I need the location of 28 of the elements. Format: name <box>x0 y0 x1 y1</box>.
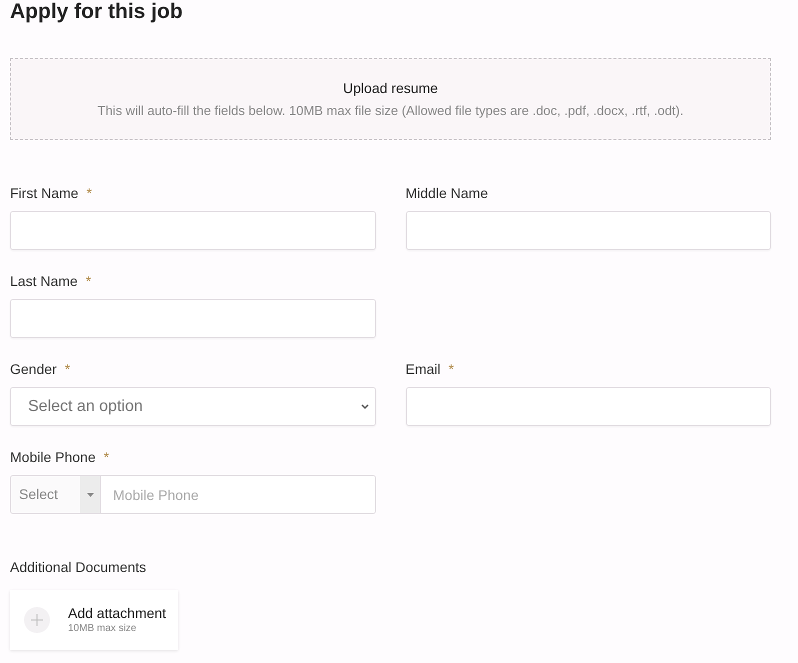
phone-input-field[interactable]: Mobile Phone <box>101 475 376 514</box>
attachment-label: Add attachment <box>68 604 166 622</box>
dropdown-arrow-icon <box>86 492 94 496</box>
field-label: Email <box>406 360 441 378</box>
field-label: Gender <box>10 360 57 378</box>
add-attachment-button[interactable]: Add attachment 10MB max size <box>10 590 178 650</box>
required-mark: * <box>86 272 92 290</box>
required-mark: * <box>64 360 70 378</box>
required-mark: * <box>104 448 110 466</box>
chevron-down-icon <box>360 404 368 410</box>
field-label: Middle Name <box>406 184 488 202</box>
field-label: Mobile Phone <box>10 448 96 466</box>
upload-hint: This will auto-fill the fields below. 10MB max file size (Allowed file types are .doc, .pdf, .docx, .rtf, .odt). <box>98 102 684 120</box>
required-mark: * <box>86 184 92 202</box>
input-field[interactable] <box>10 299 376 338</box>
select-field[interactable]: Select an option <box>10 387 376 426</box>
attachment-hint: 10MB max size <box>68 622 138 636</box>
plus-icon <box>24 607 50 633</box>
required-mark: * <box>448 360 454 378</box>
upload-title: Upload resume <box>343 78 438 98</box>
field-label: First Name <box>10 184 78 202</box>
resume-upload-area[interactable]: Upload resume This will auto-fill the fields below. 10MB max file size (Allowed file types are .doc, .pdf, .docx, .rtf, .odt). <box>10 58 771 140</box>
field-label: Last Name <box>10 272 78 290</box>
input-field[interactable] <box>406 211 771 250</box>
input-field[interactable] <box>10 211 376 250</box>
field-label: Additional Documents <box>10 559 146 575</box>
input-field[interactable] <box>406 387 771 426</box>
page-heading: Apply for this job <box>10 0 183 24</box>
